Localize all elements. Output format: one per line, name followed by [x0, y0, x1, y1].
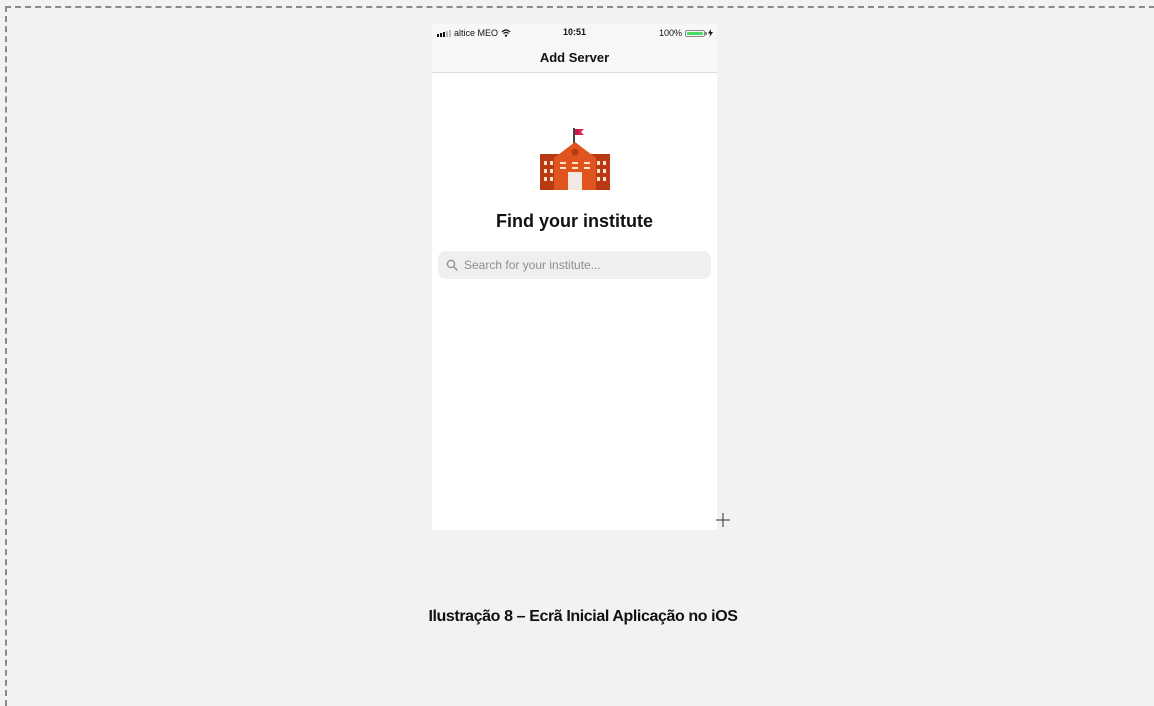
search-icon	[446, 259, 458, 271]
figure-caption: Ilustração 8 – Ecrã Inicial Aplicação no…	[428, 608, 738, 625]
navigation-bar: Add Server	[432, 42, 717, 73]
find-institute-heading: Find your institute	[496, 211, 653, 231]
status-right: 100%	[659, 28, 713, 38]
search-bar[interactable]	[438, 251, 711, 279]
phone-screen: altice MEO 10:51 100% Add Server Find yo…	[432, 24, 717, 530]
search-input[interactable]	[462, 257, 706, 273]
battery-percent: 100%	[658, 28, 682, 38]
crosshair-plus-icon	[716, 513, 730, 527]
charging-bolt-icon	[708, 29, 713, 37]
status-bar: altice MEO 10:51 100%	[432, 24, 717, 42]
school-building-icon	[540, 128, 610, 190]
nav-title: Add Server	[539, 49, 610, 65]
battery-icon	[685, 29, 707, 37]
